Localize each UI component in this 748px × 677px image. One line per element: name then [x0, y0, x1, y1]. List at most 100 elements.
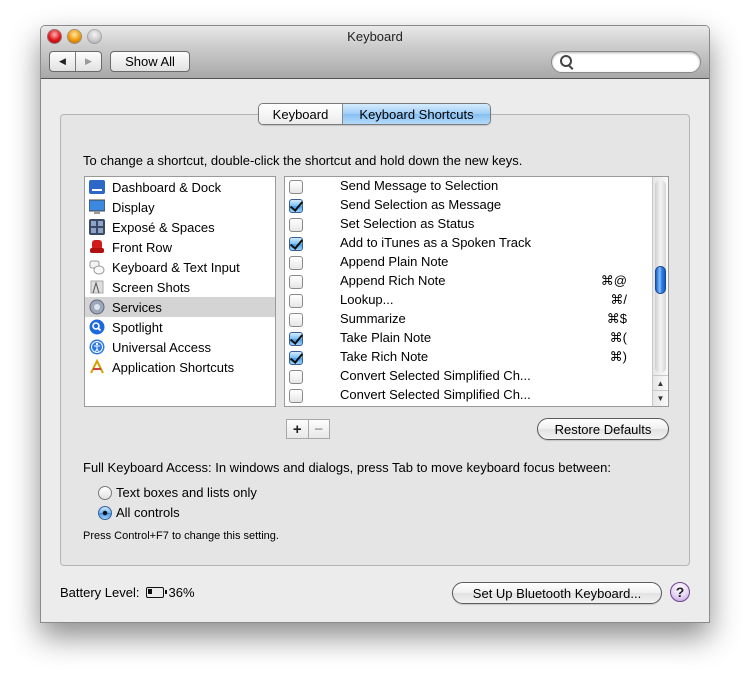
scroll-up-icon[interactable]: ▲: [653, 375, 668, 391]
service-checkbox[interactable]: [289, 256, 303, 270]
service-row[interactable]: Append Plain Note: [285, 253, 651, 272]
help-button[interactable]: ?: [670, 582, 690, 602]
scroll-thumb[interactable]: [655, 266, 666, 294]
services-list: Send Message to Selection Send Selection…: [284, 176, 669, 407]
window-title: Keyboard: [347, 29, 403, 44]
services-gear-icon: [89, 299, 105, 315]
remove-button[interactable]: −: [309, 420, 330, 438]
service-row[interactable]: Add to iTunes as a Spoken Track: [285, 234, 651, 253]
service-row[interactable]: Summarize ⌘$: [285, 310, 651, 329]
category-item-spotlight[interactable]: Spotlight: [85, 317, 275, 337]
battery-label: Battery Level:: [60, 585, 140, 600]
service-name: Append Rich Note: [340, 273, 446, 288]
radio-label-text-boxes-lists[interactable]: Text boxes and lists only: [116, 485, 257, 500]
service-row[interactable]: Take Rich Note ⌘): [285, 348, 651, 367]
service-name: Set Selection as Status: [340, 216, 475, 231]
category-item-dashboard-dock[interactable]: Dashboard & Dock: [85, 177, 275, 197]
service-row[interactable]: Convert Selected Simplified Ch...: [285, 386, 651, 405]
service-checkbox[interactable]: [289, 313, 303, 327]
display-icon: [88, 199, 106, 215]
service-name: Take Plain Note: [340, 330, 432, 345]
dashboard-dock-icon: [89, 179, 105, 195]
service-checkbox[interactable]: [289, 218, 303, 232]
service-name: Add to iTunes as a Spoken Track: [340, 235, 532, 250]
keyboard-text-input-icon: [89, 259, 105, 275]
service-row[interactable]: Append Rich Note ⌘@: [285, 272, 651, 291]
title-bar: Keyboard ◀ ▶ Show All: [41, 26, 709, 79]
service-row[interactable]: Set Selection as Status: [285, 215, 651, 234]
front-row-icon: [89, 239, 105, 255]
category-item-keyboard-text-input[interactable]: Keyboard & Text Input: [85, 257, 275, 277]
full-keyboard-access-label: Full Keyboard Access: In windows and dia…: [83, 460, 611, 475]
service-shortcut[interactable]: ⌘/: [610, 292, 627, 308]
category-label: Exposé & Spaces: [112, 219, 215, 235]
search-field[interactable]: [551, 51, 701, 73]
service-row[interactable]: Lookup... ⌘/: [285, 291, 651, 310]
vertical-scrollbar[interactable]: ▲ ▼: [652, 177, 668, 406]
tab-keyboard-shortcuts[interactable]: Keyboard Shortcuts: [343, 104, 490, 124]
expose-spaces-icon: [89, 219, 105, 235]
set-up-bluetooth-keyboard-button[interactable]: Set Up Bluetooth Keyboard...: [452, 582, 662, 604]
service-shortcut[interactable]: ⌘$: [607, 311, 627, 327]
search-icon: [560, 55, 572, 67]
service-shortcut[interactable]: ⌘(: [610, 330, 627, 346]
battery-value: 36%: [168, 585, 195, 600]
spotlight-icon: [89, 319, 105, 335]
service-name: Append Plain Note: [340, 254, 449, 269]
service-checkbox[interactable]: [289, 180, 303, 194]
service-checkbox[interactable]: [289, 275, 303, 289]
forward-icon[interactable]: ▶: [76, 52, 101, 71]
category-label: Application Shortcuts: [112, 359, 235, 375]
back-icon[interactable]: ◀: [50, 52, 76, 71]
keyboard-access-hint: Press Control+F7 to change this setting.: [83, 530, 279, 542]
universal-access-icon: [89, 339, 105, 355]
service-name: Send Message to Selection: [340, 178, 499, 193]
service-checkbox[interactable]: [289, 199, 303, 213]
category-label: Services: [112, 299, 162, 315]
tab-bar: Keyboard Keyboard Shortcuts: [258, 103, 491, 125]
application-shortcuts-icon: [89, 358, 105, 375]
service-row[interactable]: Send Message to Selection: [285, 177, 651, 196]
radio-label-all-controls[interactable]: All controls: [116, 505, 180, 520]
service-checkbox[interactable]: [289, 332, 303, 346]
category-label: Display: [112, 199, 155, 215]
category-item-application-shortcuts[interactable]: Application Shortcuts: [85, 357, 275, 377]
service-checkbox[interactable]: [289, 294, 303, 308]
show-all-button[interactable]: Show All: [110, 51, 190, 72]
battery-level: Battery Level: 36%: [60, 585, 195, 600]
add-remove-control: + −: [286, 419, 330, 439]
service-shortcut[interactable]: ⌘@: [601, 273, 627, 289]
service-checkbox[interactable]: [289, 389, 303, 403]
service-name: Convert Selected Simplified Ch...: [340, 387, 531, 402]
battery-icon: [145, 587, 167, 598]
search-input[interactable]: [576, 53, 696, 71]
service-checkbox[interactable]: [289, 351, 303, 365]
category-item-universal-access[interactable]: Universal Access: [85, 337, 275, 357]
service-name: Send Selection as Message: [340, 197, 502, 212]
category-item-services[interactable]: Services: [85, 297, 275, 317]
category-list: Dashboard & Dock Display Exposé & Spaces…: [84, 176, 276, 407]
radio-text-boxes-lists[interactable]: [98, 486, 112, 500]
service-name: Summarize: [340, 311, 406, 326]
category-item-display[interactable]: Display: [85, 197, 275, 217]
category-item-screen-shots[interactable]: Screen Shots: [85, 277, 275, 297]
scroll-down-icon[interactable]: ▼: [653, 390, 668, 406]
service-checkbox[interactable]: [289, 237, 303, 251]
tab-keyboard[interactable]: Keyboard: [259, 104, 343, 124]
service-row[interactable]: Convert Selected Simplified Ch...: [285, 367, 651, 386]
back-forward-control: ◀ ▶: [49, 51, 102, 72]
category-item-expose-spaces[interactable]: Exposé & Spaces: [85, 217, 275, 237]
category-label: Universal Access: [112, 339, 211, 355]
service-row[interactable]: Send Selection as Message: [285, 196, 651, 215]
category-item-front-row[interactable]: Front Row: [85, 237, 275, 257]
category-label: Keyboard & Text Input: [112, 259, 240, 275]
instruction-text: To change a shortcut, double-click the s…: [83, 153, 523, 168]
service-name: Lookup...: [340, 292, 394, 307]
service-shortcut[interactable]: ⌘): [610, 349, 627, 365]
restore-defaults-button[interactable]: Restore Defaults: [537, 418, 669, 440]
radio-all-controls[interactable]: [98, 506, 112, 520]
category-label: Dashboard & Dock: [112, 179, 222, 195]
service-checkbox[interactable]: [289, 370, 303, 384]
service-row[interactable]: Take Plain Note ⌘(: [285, 329, 651, 348]
add-button[interactable]: +: [287, 420, 309, 438]
